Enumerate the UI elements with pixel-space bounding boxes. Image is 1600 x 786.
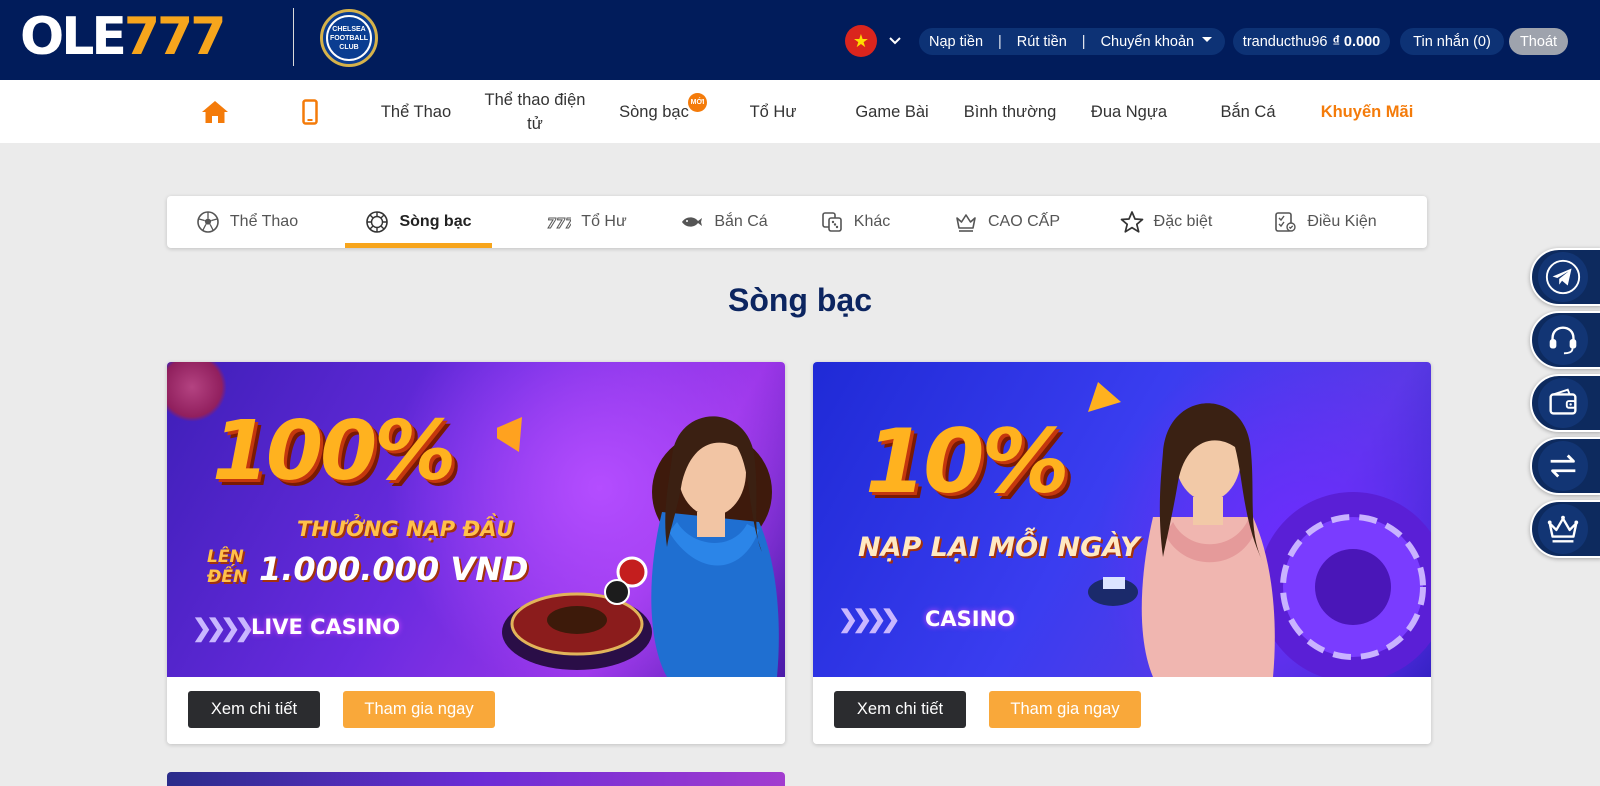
tab-label: CAO CẤP	[987, 213, 1060, 230]
promo-category-tabs: Thể Thao Sòng bạc 777 Tổ Hư Bắn Cá Khác …	[167, 196, 1427, 248]
username: tranducthu96	[1242, 33, 1328, 50]
vip-button[interactable]	[1530, 500, 1600, 558]
balance-value: ₫ 0.000	[1332, 33, 1381, 50]
nav-item-casino[interactable]: Sòng bạc MỚI	[607, 80, 707, 143]
soccer-ball-icon	[197, 211, 219, 233]
promo-small-text: LÊN ĐẾN	[207, 547, 247, 587]
promo-amount: 1.000.000 VND	[259, 550, 529, 588]
nav-item-horse-racing[interactable]: Đua Ngựa	[1076, 80, 1182, 143]
model-and-chip-decoration	[1088, 382, 1431, 677]
logo-text-orange: 777	[123, 7, 227, 67]
tab-terms[interactable]: Điều Kiện	[1260, 196, 1390, 248]
logo-divider	[293, 8, 294, 66]
tab-premium[interactable]: CAO CẤP	[937, 196, 1077, 248]
home-icon[interactable]	[190, 80, 240, 143]
promo-tag: CASINO	[925, 607, 1016, 631]
join-now-button[interactable]: Tham gia ngay	[343, 691, 495, 728]
wallet-button[interactable]	[1530, 374, 1600, 432]
nav-item-esports[interactable]: Thể thao điện tử	[476, 80, 594, 143]
partner-badge-text: CHELSEA FOOTBALL CLUB	[326, 15, 372, 61]
promo-small-b: ĐẾN	[207, 567, 248, 587]
separator: |	[1081, 33, 1086, 50]
checklist-icon	[1275, 212, 1297, 232]
support-button[interactable]	[1530, 311, 1600, 369]
svg-text:777: 777	[547, 217, 571, 232]
tab-label: Sòng bạc	[399, 213, 472, 230]
nav-item-casual[interactable]: Bình thường	[955, 80, 1065, 143]
nav-item-sports[interactable]: Thể Thao	[370, 80, 462, 143]
tab-label: Bắn Cá	[714, 213, 768, 230]
promo-percent: 10%	[865, 410, 1070, 513]
promo-percent: 100%	[212, 404, 456, 499]
top-header: OLE 777 CHELSEA FOOTBALL CLUB ★ Nạp tiền …	[0, 0, 1600, 80]
nav-item-casino-label: Sòng bạc	[619, 102, 689, 121]
promo-banner-image[interactable]: 100% THƯỞNG NẠP ĐẦU LÊN ĐẾN 1.000.000 VN…	[167, 362, 785, 677]
wallet-actions-pill: Nạp tiền | Rút tiền | Chuyển khoản	[919, 28, 1225, 55]
vietnam-flag-icon[interactable]: ★	[845, 25, 877, 57]
tab-special[interactable]: Đặc biệt	[1107, 196, 1225, 248]
star-icon	[1120, 211, 1143, 233]
nav-item-card-games[interactable]: Game Bài	[838, 80, 946, 143]
deposit-link[interactable]: Nạp tiền	[929, 34, 983, 50]
section-title: Sòng bạc	[727, 282, 872, 318]
view-details-button[interactable]: Xem chi tiết	[834, 691, 966, 728]
transfer-icon	[1550, 454, 1576, 478]
promo-card: 100% THƯỞNG NẠP ĐẦU LÊN ĐẾN 1.000.000 VN…	[167, 362, 785, 744]
casino-chip-icon	[366, 211, 389, 233]
join-now-button[interactable]: Tham gia ngay	[989, 691, 1141, 728]
card-actions: Xem chi tiết Tham gia ngay	[167, 677, 785, 744]
roulette-wheel-decoration	[497, 416, 779, 677]
view-details-button[interactable]: Xem chi tiết	[188, 691, 320, 728]
tab-lottery[interactable]: 777 Tổ Hư	[527, 196, 647, 248]
separator: |	[998, 33, 1002, 50]
promo-small-a: LÊN	[207, 547, 244, 567]
telegram-icon	[1545, 259, 1581, 295]
chevrons-decoration: ❯❯❯❯	[838, 606, 900, 633]
crown-icon	[1547, 515, 1579, 543]
promo-card-partial	[167, 772, 785, 786]
tab-label: Thể Thao	[229, 213, 299, 230]
tab-other[interactable]: Khác	[810, 196, 900, 248]
card-actions: Xem chi tiết Tham gia ngay	[813, 677, 1431, 744]
main-navigation: Thể Thao Thể thao điện tử Sòng bạc MỚI T…	[0, 80, 1600, 143]
promo-tag: LIVE CASINO	[251, 615, 401, 639]
transfer-dropdown[interactable]: Chuyển khoản	[1101, 34, 1195, 50]
tab-fishing[interactable]: Bắn Cá	[669, 196, 779, 248]
crown-icon	[956, 214, 976, 232]
slot-777-icon: 777	[547, 217, 571, 233]
tab-label: Đặc biệt	[1153, 213, 1213, 230]
withdraw-link[interactable]: Rút tiền	[1017, 34, 1067, 50]
wallet-icon	[1549, 388, 1577, 415]
logout-button[interactable]: Thoát	[1509, 28, 1568, 55]
tab-label: Tổ Hư	[581, 213, 627, 230]
site-logo[interactable]: OLE 777	[20, 7, 227, 67]
new-badge: MỚI	[688, 93, 707, 112]
tab-label: Khác	[853, 213, 891, 230]
promo-banner-image[interactable]: 10% NẠP LẠI MỖI NGÀY ❯❯❯❯ CASINO	[813, 362, 1431, 677]
nav-item-fishing[interactable]: Bắn Cá	[1198, 80, 1298, 143]
promo-headline: THƯỞNG NẠP ĐẦU	[297, 517, 514, 541]
caret-down-icon[interactable]	[1202, 37, 1213, 42]
chevron-down-icon[interactable]	[885, 30, 905, 50]
tab-sports[interactable]: Thể Thao	[177, 196, 317, 248]
partner-club-badge: CHELSEA FOOTBALL CLUB	[320, 9, 378, 67]
tab-casino[interactable]: Sòng bạc	[345, 196, 492, 248]
dice-icon	[821, 212, 842, 232]
transfer-button[interactable]	[1530, 437, 1600, 495]
messages-button[interactable]: Tin nhắn (0)	[1400, 28, 1504, 55]
promo-card: 10% NẠP LẠI MỖI NGÀY ❯❯❯❯ CASINO Xem chi…	[813, 362, 1431, 744]
fish-icon	[682, 217, 703, 227]
logo-text-white: OLE	[20, 7, 127, 67]
headset-icon	[1549, 326, 1577, 355]
tab-label: Điều Kiện	[1307, 213, 1377, 230]
chevrons-decoration: ❯❯❯❯	[192, 615, 254, 642]
nav-item-lottery[interactable]: Tổ Hư	[723, 80, 823, 143]
telegram-button[interactable]	[1530, 248, 1600, 306]
nav-item-promotions[interactable]: Khuyến Mãi	[1308, 80, 1426, 143]
user-balance-pill[interactable]: tranducthu96 ₫ 0.000	[1233, 28, 1390, 55]
mobile-icon[interactable]	[290, 80, 330, 143]
